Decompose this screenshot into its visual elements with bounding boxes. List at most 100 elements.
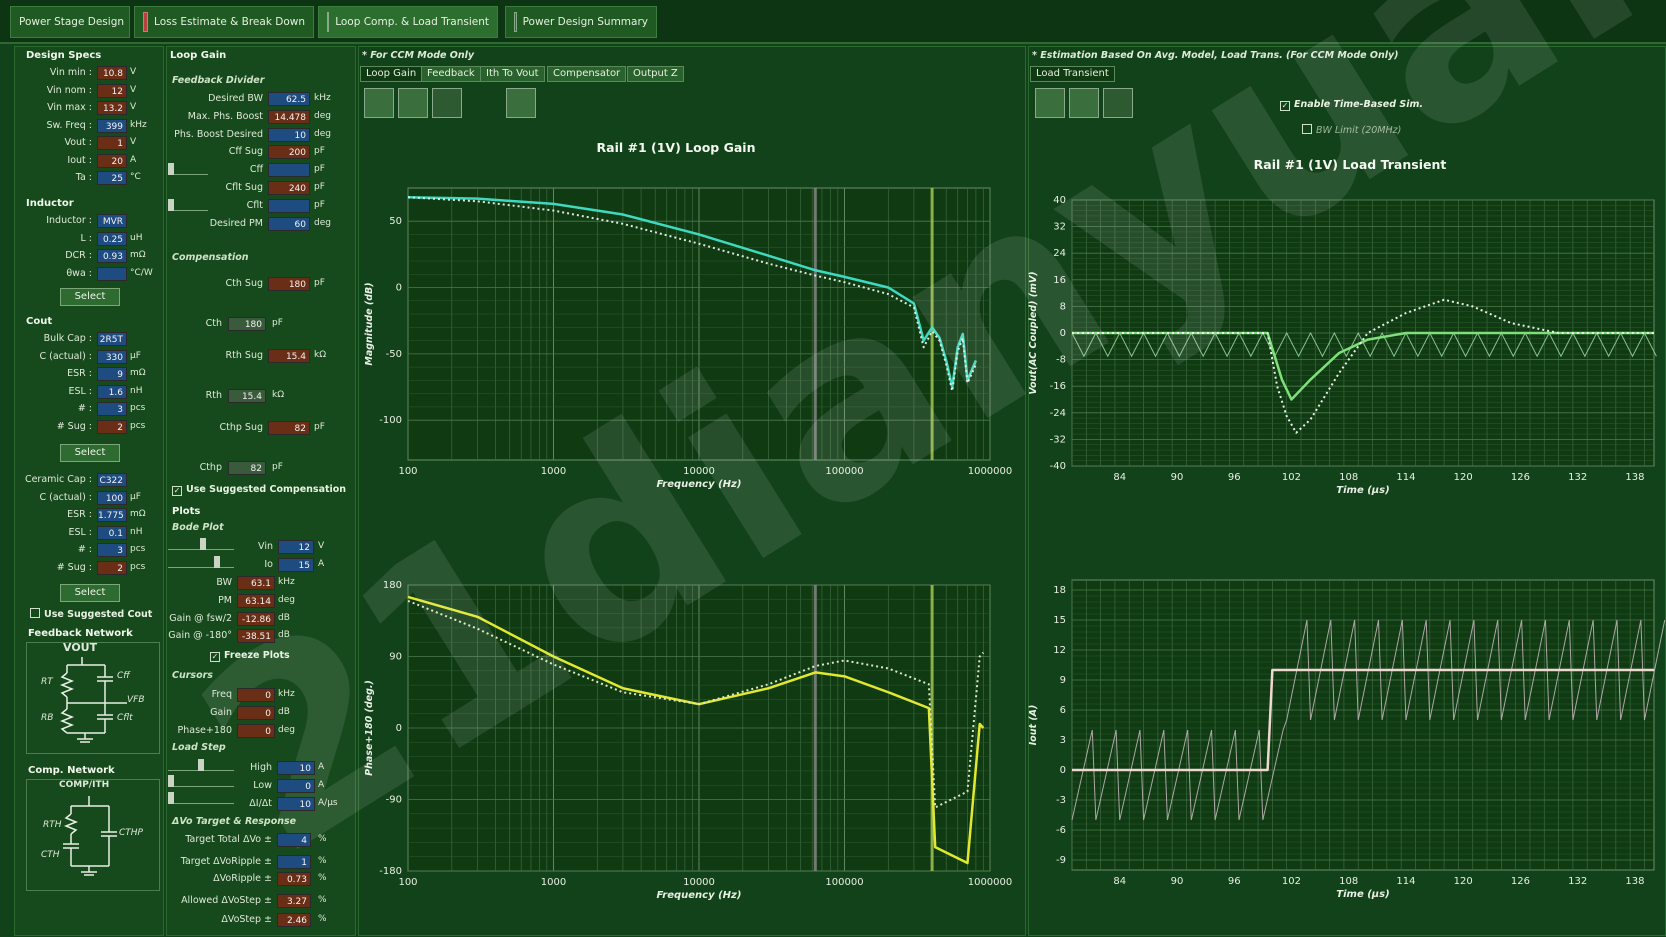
- ceramic-ceramic-cap-label: Ceramic Cap :: [24, 474, 92, 485]
- x-tick-label: 138: [1625, 876, 1644, 887]
- y-tick-label: 32: [1053, 222, 1066, 233]
- cursor-phase-180-field[interactable]: 0: [237, 723, 275, 738]
- tab-compensator[interactable]: Compensator: [547, 66, 627, 82]
- y-tick-label: 180: [383, 580, 402, 591]
- ceramic-c-actual-unit: µF: [130, 491, 141, 502]
- cursor-phase-180-label: Phase+180: [177, 724, 232, 736]
- inductor-dcr-field[interactable]: 0.93: [97, 249, 127, 263]
- design-specs-title-heading: Design Specs: [26, 50, 102, 61]
- bode-pm-field[interactable]: 63.14: [237, 593, 275, 608]
- ceramic-esl-unit: nH: [130, 526, 143, 537]
- fb-cflt-sug-field[interactable]: 240: [268, 181, 310, 195]
- fb-max-phs-boost-field[interactable]: 14.478: [268, 109, 310, 124]
- bode-gain-180-field[interactable]: -38.51: [237, 629, 275, 644]
- tab-ith-to-vout[interactable]: Ith To Vout: [480, 66, 545, 82]
- step-high-field[interactable]: 10: [277, 761, 315, 775]
- bulk-value-field[interactable]: 3: [97, 402, 127, 416]
- bode-vin-field[interactable]: 12: [278, 540, 314, 554]
- bulk-value-label: # :: [77, 403, 92, 414]
- target-vostep-field[interactable]: 2.46: [277, 913, 311, 927]
- y-tick-label: 8: [1060, 301, 1066, 312]
- target-vostep-label: ΔVoStep ±: [221, 914, 272, 925]
- y-axis-label: Iout (A): [1028, 705, 1039, 746]
- tab-feedback[interactable]: Feedback: [421, 66, 481, 82]
- x-axis-label: Frequency (Hz): [657, 890, 742, 901]
- target-allowed-vostep-label: Allowed ΔVoStep ±: [181, 895, 272, 906]
- fb-desired-pm-field[interactable]: 60: [268, 216, 310, 231]
- comp-rth-sug-field[interactable]: 15.4: [268, 349, 310, 363]
- tab-loop-gain[interactable]: Loop Gain: [360, 66, 423, 82]
- bulk-bulk-cap-label: Bulk Cap :: [43, 333, 92, 344]
- step-high-unit: A: [318, 762, 325, 772]
- x-tick-label: 1000000: [968, 466, 1013, 477]
- comp-rth-label: Rth: [205, 390, 222, 401]
- fb-phs-boost-desired-field[interactable]: 10: [268, 127, 310, 142]
- bulk-value-unit: pcs: [130, 403, 146, 413]
- target-vostep-unit: %: [318, 914, 327, 924]
- x-tick-label: 132: [1568, 876, 1587, 887]
- inductor-l-field[interactable]: 0.25: [97, 231, 127, 246]
- cursor-gain-label: Gain: [210, 706, 232, 718]
- fb-desired-bw-unit: kHz: [314, 93, 331, 103]
- step-high-label: High: [250, 762, 272, 773]
- target-target-total-vo-field[interactable]: 4: [277, 833, 311, 847]
- bulk-bulk-cap-field[interactable]: 2R5T: [97, 332, 127, 346]
- x-tick-label: 90: [1171, 876, 1184, 887]
- slider-thumb[interactable]: [168, 163, 174, 175]
- inductor-select-button[interactable]: Select: [60, 288, 120, 306]
- x-tick-label: 10000: [683, 466, 715, 477]
- cflt-slider[interactable]: [168, 199, 208, 211]
- bulk-select-button[interactable]: Select: [60, 444, 120, 462]
- x-tick-label: 102: [1282, 876, 1301, 887]
- y-tick-label: -9: [1056, 855, 1066, 866]
- target-target-voripple-field[interactable]: 1: [277, 855, 311, 869]
- fb-cflt-field[interactable]: [268, 198, 310, 213]
- use-suggested-comp-checkbox[interactable]: ✓ Use Suggested Compensation: [172, 484, 346, 496]
- ceramic-ceramic-cap-field[interactable]: C322: [97, 473, 127, 487]
- target-allowed-vostep-field[interactable]: 3.27: [277, 894, 311, 908]
- step-i-t-field[interactable]: 10: [277, 796, 315, 811]
- fb-cff-field[interactable]: [268, 163, 310, 178]
- freeze-plots-checkbox[interactable]: ✓ Freeze Plots: [210, 650, 290, 662]
- x-tick-label: 120: [1454, 472, 1473, 483]
- target-target-total-vo-label: Target Total ΔVo ±: [185, 834, 272, 845]
- loop-gain-cursors-title-heading: Cursors: [172, 670, 213, 681]
- target-voripple-field[interactable]: 0.73: [277, 872, 311, 886]
- freeze-plots-checkbox-label: Freeze Plots: [224, 650, 290, 661]
- target-target-total-vo-unit: %: [318, 834, 327, 844]
- fb-desired-bw-field[interactable]: 62.5: [268, 92, 310, 106]
- slider-thumb[interactable]: [168, 199, 174, 211]
- step-low-field[interactable]: 0: [277, 778, 315, 793]
- comp-cthp-field[interactable]: 82: [228, 461, 266, 475]
- cff-slider[interactable]: [168, 163, 208, 175]
- comp-cth-sug-field[interactable]: 180: [268, 277, 310, 291]
- comp-cth-sug-label: Cth Sug: [225, 278, 263, 289]
- ceramic-esl-label: ESL :: [68, 526, 92, 538]
- fb-cff-sug-label: Cff Sug: [228, 146, 263, 158]
- ceramic-esr-field[interactable]: 1.775: [97, 508, 127, 522]
- x-tick-label: 84: [1113, 472, 1126, 483]
- comp-cth-field[interactable]: 180: [228, 317, 266, 331]
- bode-gain-fsw-2-field[interactable]: -12.86: [237, 611, 275, 626]
- bode-io-field[interactable]: 15: [278, 558, 314, 572]
- y-tick-label: 0: [1060, 328, 1066, 339]
- comp-rth-field[interactable]: 15.4: [228, 389, 266, 403]
- cursor-freq-field[interactable]: 0: [237, 688, 275, 702]
- comp-cthp-sug-field[interactable]: 82: [268, 421, 310, 435]
- cursor-gain-field[interactable]: 0: [237, 705, 275, 720]
- comp-rth-sug-unit: kΩ: [314, 350, 327, 360]
- use-suggested-comp-checkbox-label: Use Suggested Compensation: [186, 484, 347, 495]
- y-tick-label: -50: [386, 349, 402, 360]
- loop-gain-bode-title-heading: Bode Plot: [172, 522, 224, 533]
- ceramic-c-actual-field[interactable]: 100: [97, 490, 127, 505]
- spec-vin-min-field[interactable]: 10.8: [97, 66, 127, 80]
- checkmark-icon: ✓: [210, 652, 220, 662]
- ceramic-esl-field[interactable]: 0.1: [97, 525, 127, 540]
- y-tick-label: 0: [396, 723, 402, 734]
- x-tick-label: 126: [1511, 472, 1530, 483]
- bulk-esr-field[interactable]: 9: [97, 367, 127, 381]
- fb-desired-pm-label: Desired PM: [209, 217, 263, 229]
- tab-output-z[interactable]: Output Z: [627, 66, 684, 82]
- fb-cff-sug-field[interactable]: 200: [268, 145, 310, 160]
- bode-bw-field[interactable]: 63.1: [237, 576, 275, 590]
